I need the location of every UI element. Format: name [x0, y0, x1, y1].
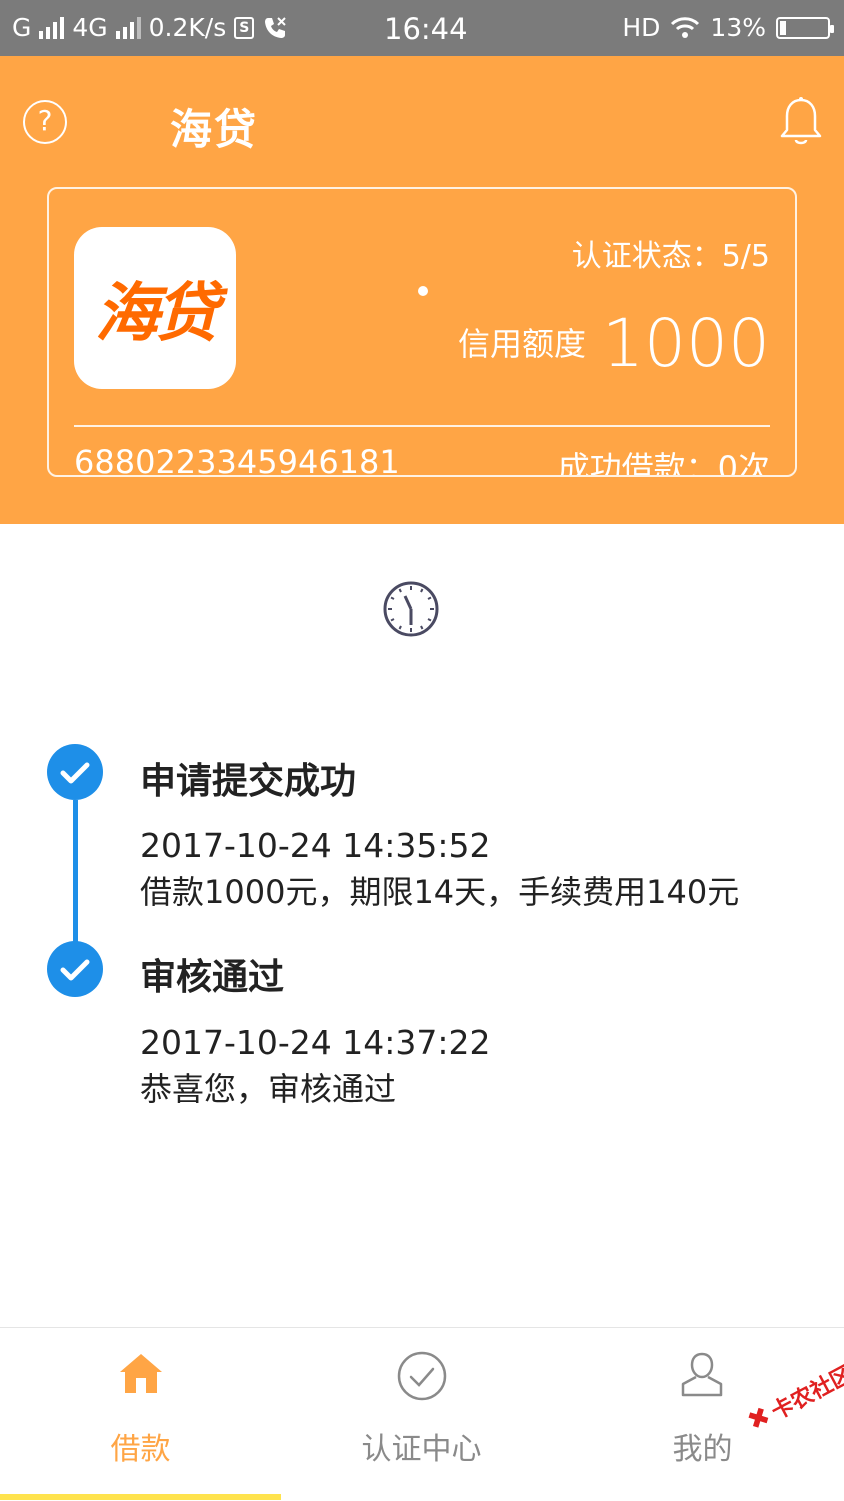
carrier-label: G: [12, 13, 32, 42]
status-time: 16:44: [384, 12, 468, 46]
step-description: 恭喜您，审核通过: [140, 1070, 397, 1108]
home-icon: [120, 1354, 162, 1393]
status-bar: G 4G 0.2K/s S 16:44 HD 13%: [0, 0, 844, 56]
nav-label: 借款: [110, 1432, 171, 1467]
page-title: 海贷: [170, 105, 259, 154]
step-title: 申请提交成功: [140, 761, 357, 802]
nav-label: 我的: [672, 1432, 733, 1467]
nav-item-auth-center[interactable]: 认证中心: [281, 1328, 562, 1501]
question-circle-icon[interactable]: ?: [23, 100, 67, 144]
battery-percent: 13%: [710, 13, 766, 42]
app-logo: 海贷: [74, 227, 236, 389]
card-divider: [74, 425, 770, 427]
status-left: G 4G 0.2K/s S: [12, 13, 288, 42]
active-tab-indicator: [0, 1494, 281, 1500]
nav-item-loan[interactable]: 借款: [0, 1328, 281, 1501]
status-right: HD 13%: [622, 13, 834, 42]
credit-value: 1000: [602, 305, 770, 382]
network-speed: 0.2K/s: [148, 13, 227, 42]
check-icon: [47, 941, 103, 997]
credit-row: 信用额度 1000: [458, 311, 770, 377]
account-card: 海贷 认证状态：5/5 信用额度 1000 6880223345946181 成…: [47, 187, 797, 477]
step-title: 审核通过: [140, 957, 285, 998]
auth-status: 认证状态：5/5: [571, 239, 770, 274]
wifi-icon: [671, 16, 700, 38]
call-icon: [265, 16, 286, 38]
indicator-dot: [418, 286, 428, 296]
success-loan-count: 成功借款：0次: [557, 449, 770, 477]
header: ? 海贷 海贷 认证状态：5/5 信用额度 1000 6880223345946…: [0, 56, 844, 524]
network-type-label: 4G: [72, 13, 108, 42]
check-icon: [47, 744, 103, 800]
user-icon: [681, 1352, 723, 1397]
sim-icon: S: [234, 16, 255, 39]
bell-icon[interactable]: [778, 96, 824, 148]
bottom-nav: 借款 认证中心 我的: [0, 1327, 844, 1501]
signal-icon: [39, 16, 65, 39]
step-description: 借款1000元，期限14天，手续费用140元: [140, 873, 740, 911]
step-time: 2017-10-24 14:35:52: [140, 826, 491, 865]
credit-label: 信用额度: [458, 325, 587, 363]
signal-icon: [115, 16, 141, 39]
battery-icon: [776, 16, 834, 39]
hd-label: HD: [622, 13, 661, 42]
clock-icon: [383, 581, 439, 637]
step-time: 2017-10-24 14:37:22: [140, 1023, 491, 1062]
nav-label: 认证中心: [361, 1432, 482, 1467]
account-number: 6880223345946181: [74, 443, 400, 477]
check-circle-icon: [397, 1351, 447, 1401]
app-logo-text: 海贷: [95, 277, 219, 351]
